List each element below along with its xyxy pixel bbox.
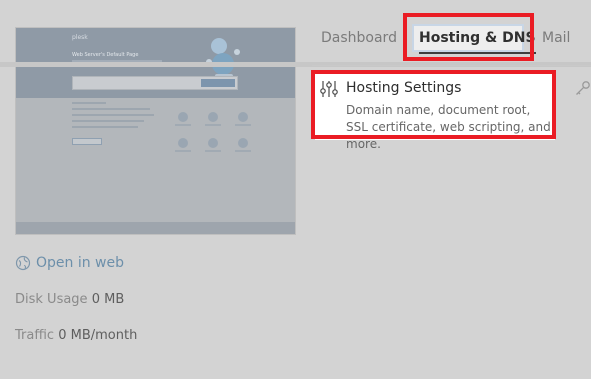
open-in-web-label: Open in web xyxy=(36,255,125,271)
key-icon[interactable] xyxy=(574,80,591,97)
active-tab-underline xyxy=(419,52,536,54)
preview-small-button xyxy=(72,138,102,145)
traffic-row: Traffic 0 MB/month xyxy=(15,328,137,343)
preview-footer xyxy=(16,222,295,234)
tabs-divider xyxy=(312,65,591,66)
globe-icon xyxy=(15,255,31,271)
tab-dashboard-label: Dashboard xyxy=(321,30,397,46)
preview-heading: Web Server's Default Page xyxy=(72,52,139,58)
open-in-web-link[interactable]: Open in web xyxy=(15,253,124,273)
tab-dashboard[interactable]: Dashboard xyxy=(321,30,397,46)
sliders-icon xyxy=(320,81,338,97)
preview-search-button xyxy=(201,79,235,87)
disk-usage-label: Disk Usage xyxy=(15,292,88,307)
tab-mail-label: Mail xyxy=(542,30,571,46)
preview-searchbar xyxy=(72,76,238,90)
preview-text-lines xyxy=(72,102,154,132)
preview-icon-grid xyxy=(168,112,258,152)
traffic-label: Traffic xyxy=(15,328,55,343)
site-preview-thumbnail[interactable]: plesk Web Server's Default Page xyxy=(15,27,296,235)
disk-usage-row: Disk Usage 0 MB xyxy=(15,292,124,307)
hosting-settings-card[interactable]: Hosting Settings Domain name, document r… xyxy=(315,72,555,151)
traffic-value: 0 MB/month xyxy=(58,328,138,343)
preview-brand: plesk xyxy=(72,34,88,41)
hosting-settings-title: Hosting Settings xyxy=(346,80,462,96)
disk-usage-value: 0 MB xyxy=(91,292,125,307)
hosting-settings-description: Domain name, document root, SSL certific… xyxy=(346,103,551,151)
tab-mail[interactable]: Mail xyxy=(542,30,570,46)
tab-hosting-dns-label: Hosting & DNS xyxy=(419,30,536,46)
tab-hosting-dns[interactable]: Hosting & DNS xyxy=(419,30,536,54)
